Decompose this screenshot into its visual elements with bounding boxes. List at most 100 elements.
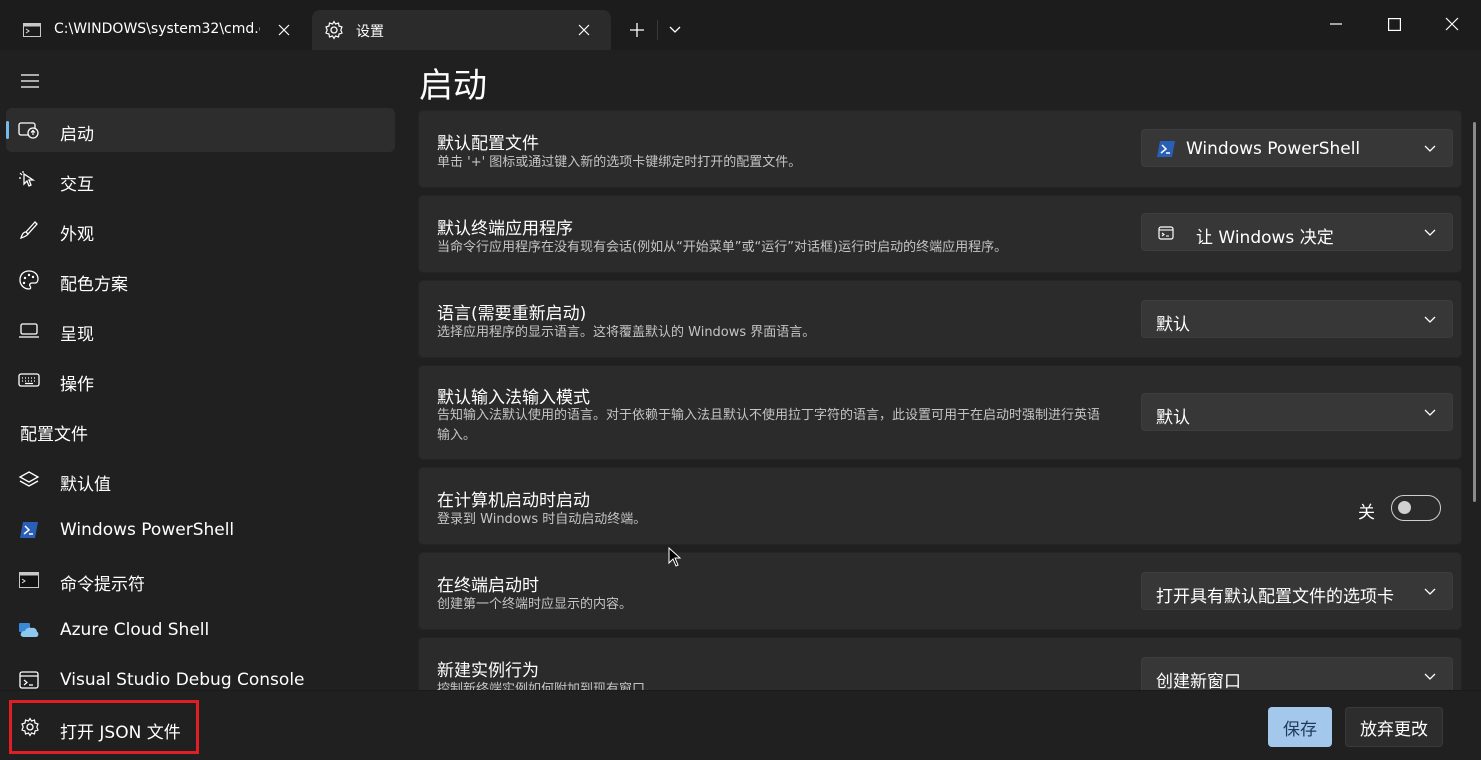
dropdown-value: 打开具有默认配置文件的选项卡 <box>1156 587 1394 607</box>
chevron-down-icon <box>1422 669 1438 685</box>
layers-icon <box>18 470 40 490</box>
chevron-down-icon <box>1422 225 1438 241</box>
settings-page: 启动 默认配置文件 单击 '+' 图标或通过键入新的选项卡键绑定时打开的配置文件… <box>404 50 1481 690</box>
on-startup-dropdown[interactable]: 打开具有默认配置文件的选项卡 <box>1141 572 1453 610</box>
scrollbar[interactable] <box>1473 122 1476 502</box>
sidebar-item-defaults[interactable]: 默认值 <box>6 458 395 502</box>
sidebar-item-label: 配色方案 <box>60 275 128 295</box>
hamburger-menu-button[interactable] <box>14 66 46 96</box>
toggle-knob <box>1398 501 1411 514</box>
default-profile-dropdown[interactable]: Windows PowerShell <box>1141 129 1453 167</box>
gear-icon <box>19 717 41 737</box>
sidebar-item-command-prompt[interactable]: 命令提示符 <box>6 558 395 602</box>
setting-description: 告知输入法默认使用的语言。对于依赖于输入法且默认不使用拉丁字符的语言，此设置可用… <box>437 408 1101 443</box>
sidebar-item-rendering[interactable]: 呈现 <box>6 308 395 352</box>
setting-new-instance-behavior: 新建实例行为 控制新终端实例如何附加到现有窗口。 创建新窗口 <box>418 637 1462 690</box>
maximize-icon <box>1387 17 1401 31</box>
setting-default-profile: 默认配置文件 单击 '+' 图标或通过键入新的选项卡键绑定时打开的配置文件。 W… <box>418 110 1462 188</box>
dropdown-value: 让 Windows 决定 <box>1196 228 1334 248</box>
tab-settings[interactable]: 设置 <box>312 10 611 50</box>
default-terminal-dropdown[interactable]: 让 Windows 决定 <box>1141 213 1453 251</box>
divider <box>657 20 658 40</box>
vs-console-icon <box>18 670 40 690</box>
sidebar-item-startup[interactable]: 启动 <box>6 108 395 152</box>
setting-description: 登录到 Windows 时自动启动终端。 <box>437 512 647 527</box>
chevron-down-icon <box>1422 312 1438 328</box>
save-button[interactable]: 保存 <box>1268 707 1332 747</box>
open-json-file-button[interactable]: 打开 JSON 文件 <box>9 700 199 754</box>
window-close-button[interactable] <box>1423 0 1481 48</box>
setting-title: 默认配置文件 <box>437 134 539 154</box>
dropdown-value: 创建新窗口 <box>1156 672 1241 690</box>
new-instance-dropdown[interactable]: 创建新窗口 <box>1141 657 1453 690</box>
toggle-state-label: 关 <box>1358 503 1375 523</box>
launch-on-startup-toggle[interactable] <box>1391 495 1441 521</box>
open-json-label: 打开 JSON 文件 <box>60 723 181 743</box>
page-title: 启动 <box>419 66 487 106</box>
discard-changes-button[interactable]: 放弃更改 <box>1345 707 1443 747</box>
plus-icon <box>630 23 644 37</box>
gear-icon <box>324 20 344 40</box>
tab-title: 设置 <box>356 24 384 40</box>
sidebar: 启动 交互 外观 配色方案 呈现 操作 配置文件 默认值 Windows Pow… <box>0 50 404 690</box>
terminal-app-icon <box>1156 223 1176 243</box>
sidebar-item-label: 操作 <box>60 375 94 395</box>
terminal-icon <box>22 20 42 40</box>
dropdown-value: Windows PowerShell <box>1186 139 1361 159</box>
sidebar-item-windows-powershell[interactable]: Windows PowerShell <box>6 508 395 552</box>
setting-language: 语言(需要重新启动) 选择应用程序的显示语言。这将覆盖默认的 Windows 界… <box>418 280 1462 358</box>
maximize-button[interactable] <box>1365 0 1423 48</box>
chevron-down-icon <box>1422 584 1438 600</box>
interaction-icon <box>18 170 40 190</box>
language-dropdown[interactable]: 默认 <box>1141 300 1453 338</box>
laptop-icon <box>18 320 40 340</box>
sidebar-item-label: 外观 <box>60 225 94 245</box>
new-tab-button[interactable] <box>622 16 652 44</box>
setting-ime-mode: 默认输入法输入模式 告知输入法默认使用的语言。对于依赖于输入法且默认不使用拉丁字… <box>418 365 1462 460</box>
setting-title: 默认输入法输入模式 <box>437 388 590 408</box>
cmd-icon <box>18 570 40 590</box>
brush-icon <box>18 220 40 240</box>
sidebar-item-appearance[interactable]: 外观 <box>6 208 395 252</box>
dropdown-value: 默认 <box>1156 315 1190 335</box>
hamburger-icon <box>21 74 39 88</box>
setting-description: 创建第一个终端时应显示的内容。 <box>437 597 633 612</box>
sidebar-item-label: 交互 <box>60 175 94 195</box>
profiles-header: 配置文件 <box>20 425 88 445</box>
close-icon[interactable] <box>274 20 294 40</box>
setting-default-terminal: 默认终端应用程序 当命令行应用程序在没有现有会话(例如从“开始菜单”或“运行”对… <box>418 195 1462 273</box>
sidebar-item-actions[interactable]: 操作 <box>6 358 395 402</box>
setting-title: 在计算机启动时启动 <box>437 491 590 511</box>
sidebar-item-color-schemes[interactable]: 配色方案 <box>6 258 395 302</box>
ime-mode-dropdown[interactable]: 默认 <box>1141 393 1453 431</box>
sidebar-item-label: 命令提示符 <box>60 575 145 595</box>
setting-description: 控制新终端实例如何附加到现有窗口。 <box>437 682 659 690</box>
sidebar-item-interaction[interactable]: 交互 <box>6 158 395 202</box>
sidebar-item-label: 呈现 <box>60 325 94 345</box>
tab-title: C:\WINDOWS\system32\cmd.exe <box>54 21 260 37</box>
close-icon[interactable] <box>574 20 594 40</box>
selection-indicator <box>6 121 9 139</box>
setting-title: 默认终端应用程序 <box>437 219 573 239</box>
chevron-down-icon <box>1422 405 1438 421</box>
chevron-down-icon <box>1422 141 1438 157</box>
title-bar: C:\WINDOWS\system32\cmd.exe 设置 <box>0 0 1481 50</box>
sidebar-item-label: Azure Cloud Shell <box>60 620 210 640</box>
sidebar-item-label: Windows PowerShell <box>60 520 235 540</box>
setting-title: 在终端启动时 <box>437 576 539 596</box>
setting-title: 新建实例行为 <box>437 661 539 681</box>
keyboard-icon <box>18 370 40 390</box>
minimize-button[interactable] <box>1307 0 1365 48</box>
sidebar-item-label: Visual Studio Debug Console <box>60 670 305 690</box>
setting-description: 当命令行应用程序在没有现有会话(例如从“开始菜单”或“运行”对话框)运行时启动的… <box>437 240 1008 255</box>
powershell-icon <box>18 520 40 540</box>
footer-bar: 打开 JSON 文件 保存 放弃更改 <box>0 690 1481 760</box>
minimize-icon <box>1330 23 1342 25</box>
powershell-icon <box>1156 139 1176 159</box>
tab-cmd[interactable]: C:\WINDOWS\system32\cmd.exe <box>10 10 302 50</box>
new-tab-dropdown-button[interactable] <box>661 16 689 44</box>
sidebar-item-azure-cloud-shell[interactable]: Azure Cloud Shell <box>6 608 395 652</box>
dropdown-value: 默认 <box>1156 408 1190 428</box>
setting-on-terminal-startup: 在终端启动时 创建第一个终端时应显示的内容。 打开具有默认配置文件的选项卡 <box>418 552 1462 630</box>
sidebar-item-vs-debug-console[interactable]: Visual Studio Debug Console <box>6 658 395 690</box>
